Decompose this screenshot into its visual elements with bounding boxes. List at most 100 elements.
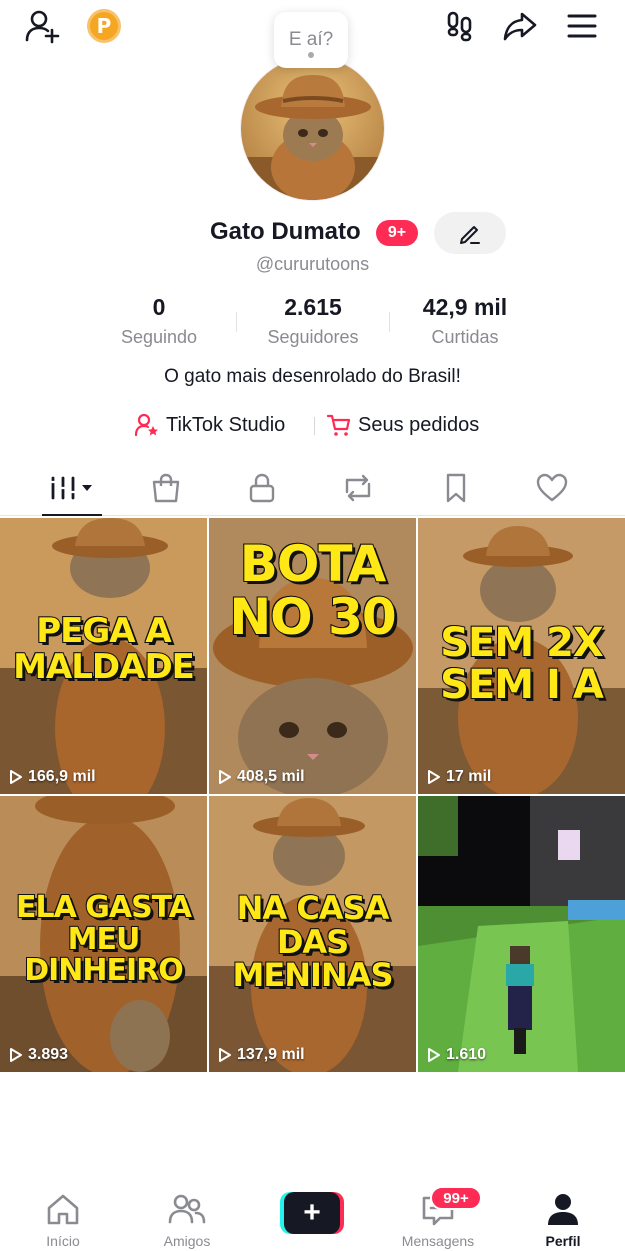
video-caption: ELA GASTA MEU DINHEIRO [0,890,207,988]
tab-videos[interactable] [42,468,102,508]
heart-icon [536,473,568,502]
caption-line: NA CASA [236,889,391,927]
tab-reposts[interactable] [328,468,388,508]
view-count: 17 mil [426,768,491,786]
tab-favorites[interactable] [426,468,486,508]
view-count-value: 1.610 [446,1046,487,1063]
stat-label: Seguidores [267,327,359,347]
repost-icon [345,474,371,502]
video-caption: PEGA A MALDADE [0,611,207,687]
profile-links: TikTok Studio Seus pedidos [0,408,625,444]
tiktok-studio-link[interactable]: TikTok Studio [134,408,285,442]
video-grid: PEGA A MALDADE 166,9 mil BOTA NO 30 408,… [0,518,625,1074]
view-count: 408,5 mil [217,768,305,786]
stat-followers[interactable]: 2.615 Seguidores [238,294,388,348]
edit-profile-button[interactable] [434,212,506,254]
caption-line: DAS MENINAS [232,922,395,995]
footprint-icon[interactable] [440,6,480,46]
stat-label: Curtidas [431,327,499,347]
view-count-value: 3.893 [28,1046,69,1063]
video-tile[interactable]: 1.610 [418,796,625,1072]
tab-shop[interactable] [136,468,196,508]
plus-icon: + [284,1192,340,1234]
video-tile[interactable]: SEM 2X SEM I A 17 mil [418,518,625,794]
pencil-icon [460,226,480,244]
menu-icon[interactable] [562,6,602,46]
nav-profile[interactable]: Perfil [518,1192,608,1249]
video-thumbnail [418,796,625,1072]
status-bubble-text: E aí? [288,29,334,50]
play-icon [219,1048,231,1062]
caption-line: MEU DINHEIRO [23,921,185,988]
view-count-value: 137,9 mil [237,1046,305,1063]
lock-icon [249,473,275,503]
view-count: 137,9 mil [217,1046,305,1064]
view-count: 166,9 mil [8,768,96,786]
profile-name: Gato Dumato [210,218,361,245]
coins-icon[interactable]: P [84,6,124,46]
caption-line: ELA GASTA [15,890,193,925]
profile-icon [548,1194,578,1225]
nav-label: Amigos [163,1233,211,1249]
caption-line: MALDADE [12,646,196,687]
video-tile[interactable]: NA CASA DAS MENINAS 137,9 mil [209,796,416,1072]
stat-value: 2.615 [284,294,342,320]
orders-label: Seus pedidos [358,413,480,436]
stat-divider [236,312,237,332]
video-caption: BOTA NO 30 [209,535,416,646]
video-caption: SEM 2X SEM I A [418,620,625,708]
profile-bio: O gato mais desenrolado do Brasil! [164,366,461,387]
nav-friends[interactable]: Amigos [142,1192,232,1249]
home-icon [47,1194,79,1225]
play-icon [219,770,231,784]
view-count-value: 408,5 mil [237,768,305,785]
bottom-navigation: Início Amigos + Mensagens 99+ Perfil [0,1180,625,1251]
nav-label: Mensagens [401,1233,475,1249]
stat-following[interactable]: 0 Seguindo [84,294,234,348]
video-tile[interactable]: BOTA NO 30 408,5 mil [209,518,416,794]
play-icon [428,770,440,784]
tab-private[interactable] [232,468,292,508]
coin-label: P [87,9,121,43]
nav-home[interactable]: Início [18,1192,108,1249]
view-count: 1.610 [426,1046,486,1064]
stat-value: 42,9 mil [422,294,508,320]
stat-likes[interactable]: 42,9 mil Curtidas [390,294,540,348]
caption-line: BOTA [239,535,388,593]
caption-line: SEM 2X [439,620,605,666]
content-tabs [0,462,625,516]
view-count-value: 17 mil [446,768,492,785]
notification-badge[interactable]: 9+ [376,220,418,246]
video-caption: NA CASA DAS MENINAS [209,889,416,995]
bookmark-icon [446,473,466,503]
profile-name-row: Gato Dumato 9+ [0,210,625,256]
tab-liked[interactable] [522,468,582,508]
play-icon [10,1048,22,1062]
active-tab-indicator [42,514,102,516]
create-button[interactable]: + [280,1192,344,1234]
nav-label: Início [46,1233,80,1249]
friends-icon [168,1194,206,1224]
nav-label: Perfil [545,1233,581,1249]
add-friend-icon[interactable] [22,6,62,46]
profile-stats: 0 Seguindo 2.615 Seguidores 42,9 mil Cur… [0,294,625,350]
bubble-dot [308,52,314,58]
avatar[interactable] [240,56,385,201]
caption-line: SEM I A [439,662,605,708]
caption-line: NO 30 [228,587,397,646]
view-count: 3.893 [8,1046,68,1064]
profile-handle: @cururutoons [255,254,370,274]
messages-badge: 99+ [430,1186,482,1210]
stat-value: 0 [152,294,166,320]
cart-icon [326,414,351,436]
view-count-value: 166,9 mil [28,768,96,785]
video-tile[interactable]: PEGA A MALDADE 166,9 mil [0,518,207,794]
video-tile[interactable]: ELA GASTA MEU DINHEIRO 3.893 [0,796,207,1072]
caption-line: PEGA A [35,611,173,651]
status-bubble[interactable]: E aí? [274,12,348,68]
orders-link[interactable]: Seus pedidos [326,408,479,442]
links-divider [314,417,315,435]
grid-filter-icon [50,476,92,500]
shopping-bag-icon [152,473,180,503]
share-icon[interactable] [500,6,540,46]
